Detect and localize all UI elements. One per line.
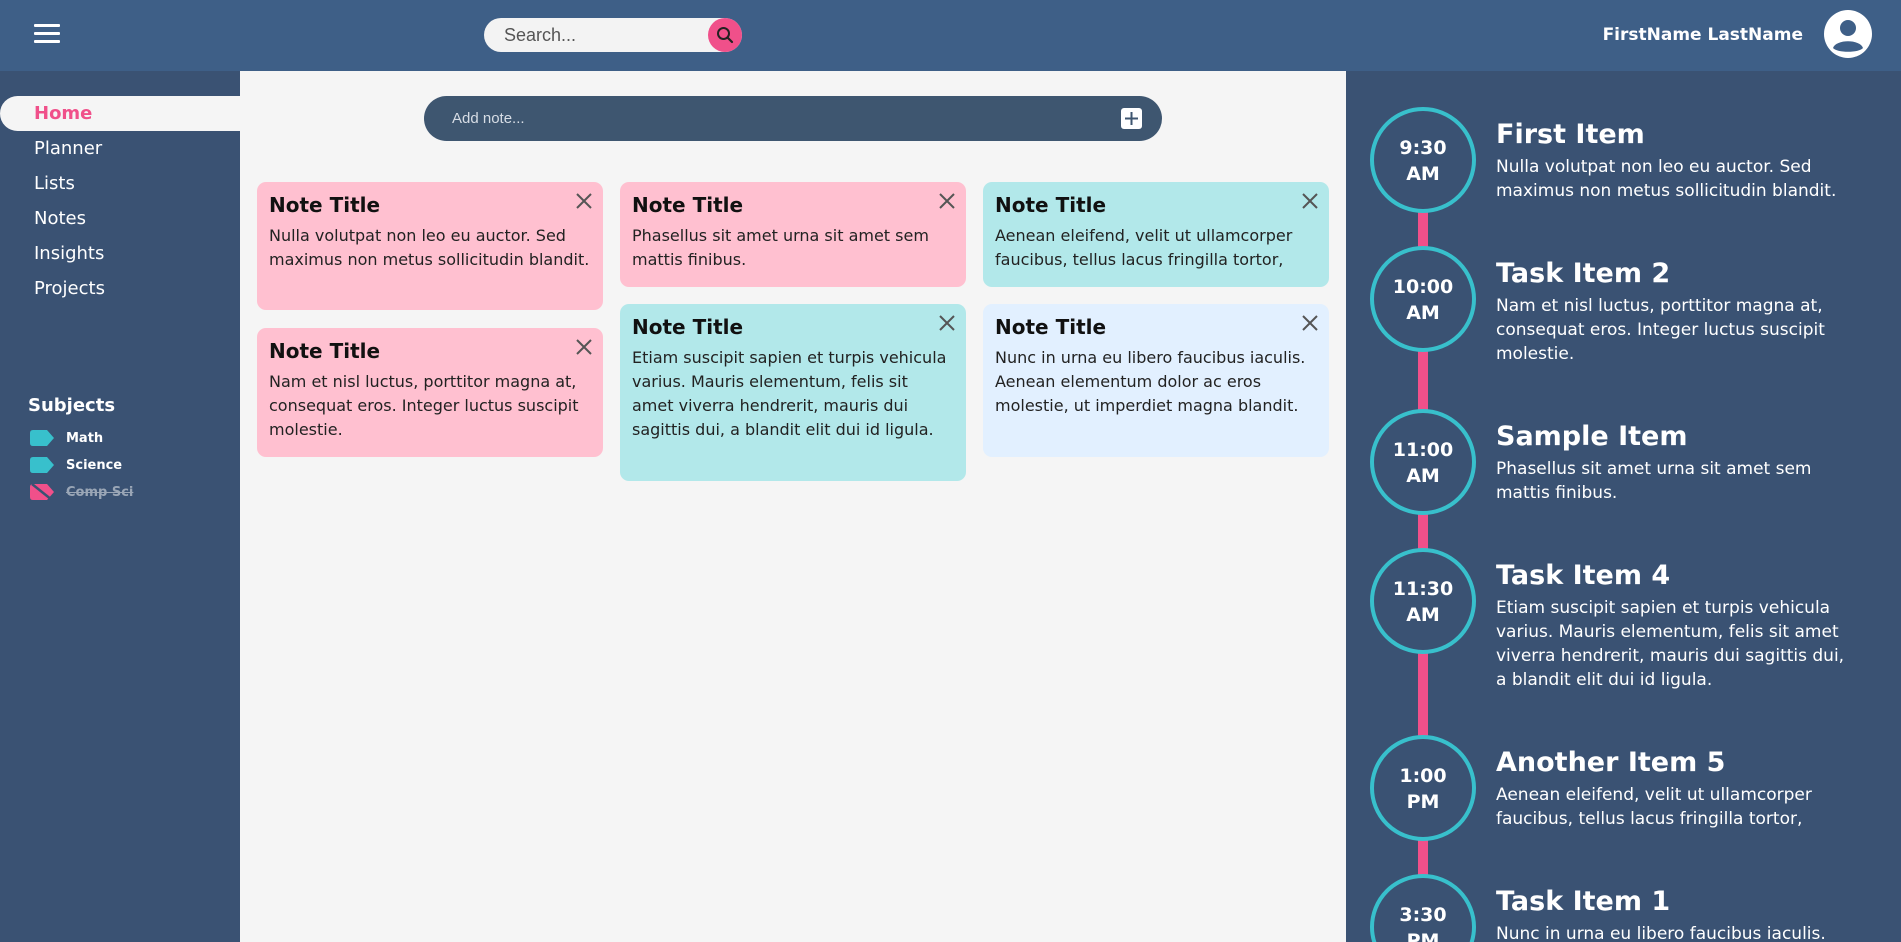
time-circle: 3:30 PM bbox=[1370, 874, 1476, 942]
close-icon[interactable] bbox=[938, 314, 956, 332]
sidebar-item-planner[interactable]: Planner bbox=[0, 131, 240, 166]
close-icon[interactable] bbox=[1301, 192, 1319, 210]
timeline-item-desc: Phasellus sit amet urna sit amet sem mat… bbox=[1496, 459, 1812, 503]
timeline-item-title: Sample Item bbox=[1496, 421, 1688, 452]
sidebar-item-insights[interactable]: Insights bbox=[0, 236, 240, 271]
timeline-item-desc: Nam et nisl luctus, porttitor magna at, … bbox=[1496, 296, 1825, 364]
note-card[interactable]: Note Title Nam et nisl luctus, porttitor… bbox=[257, 328, 603, 457]
hamburger-menu-icon[interactable] bbox=[34, 24, 60, 46]
sidebar: Home Planner Lists Notes Insights Projec… bbox=[0, 71, 240, 942]
close-icon[interactable] bbox=[1301, 314, 1319, 332]
sidebar-nav: Home Planner Lists Notes Insights Projec… bbox=[0, 96, 240, 306]
subject-label: Comp Sci bbox=[66, 484, 134, 500]
period: PM bbox=[1406, 930, 1440, 942]
time-circle: 1:00 PM bbox=[1370, 735, 1476, 841]
time-circle: 11:30 AM bbox=[1370, 548, 1476, 654]
time-circle: 9:30 AM bbox=[1370, 107, 1476, 213]
note-title: Note Title bbox=[632, 315, 744, 339]
timeline-item-title: Task Item 4 bbox=[1496, 560, 1671, 591]
subject-comp-sci[interactable]: Comp Sci bbox=[30, 481, 133, 503]
time: 1:00 bbox=[1399, 765, 1447, 787]
timeline-item-title: Task Item 2 bbox=[1496, 258, 1671, 289]
note-title: Note Title bbox=[269, 339, 381, 363]
sidebar-item-notes[interactable]: Notes bbox=[0, 201, 240, 236]
plus-icon bbox=[1125, 112, 1138, 125]
timeline-item-desc: Etiam suscipit sapien et turpis vehicula… bbox=[1496, 598, 1845, 690]
tag-off-icon bbox=[30, 484, 54, 500]
time-circle: 10:00 AM bbox=[1370, 246, 1476, 352]
add-note-input[interactable] bbox=[452, 96, 1092, 141]
close-icon[interactable] bbox=[575, 192, 593, 210]
search-bar bbox=[484, 18, 742, 52]
note-body: Aenean eleifend, velit ut ullamcorper fa… bbox=[995, 226, 1293, 269]
sidebar-item-projects[interactable]: Projects bbox=[0, 271, 240, 306]
add-note-bar bbox=[424, 96, 1162, 141]
note-card[interactable]: Note Title Nulla volutpat non leo eu auc… bbox=[257, 182, 603, 310]
subject-science[interactable]: Science bbox=[30, 454, 122, 476]
note-card[interactable]: Note Title Etiam suscipit sapien et turp… bbox=[620, 304, 966, 481]
search-input[interactable] bbox=[504, 18, 694, 52]
note-body: Nunc in urna eu libero faucibus iaculis.… bbox=[995, 348, 1306, 415]
note-title: Note Title bbox=[995, 193, 1107, 217]
tag-icon bbox=[30, 430, 54, 446]
timeline-item-title: Another Item 5 bbox=[1496, 747, 1726, 778]
note-title: Note Title bbox=[269, 193, 381, 217]
time: 10:00 bbox=[1392, 276, 1454, 298]
search-icon bbox=[717, 27, 734, 44]
note-body: Nam et nisl luctus, porttitor magna at, … bbox=[269, 372, 579, 439]
note-title: Note Title bbox=[632, 193, 744, 217]
note-card[interactable]: Note Title Nunc in urna eu libero faucib… bbox=[983, 304, 1329, 457]
note-title: Note Title bbox=[995, 315, 1107, 339]
note-body: Etiam suscipit sapien et turpis vehicula… bbox=[632, 348, 947, 439]
period: AM bbox=[1406, 163, 1440, 185]
timeline-item-title: Task Item 1 bbox=[1496, 886, 1671, 917]
close-icon[interactable] bbox=[938, 192, 956, 210]
note-body: Phasellus sit amet urna sit amet sem mat… bbox=[632, 226, 929, 269]
subjects-heading: Subjects bbox=[28, 395, 116, 416]
timeline-item-desc: Nunc in urna eu libero faucibus iaculis. bbox=[1496, 924, 1826, 942]
time: 9:30 bbox=[1399, 137, 1447, 159]
time-circle: 11:00 AM bbox=[1370, 409, 1476, 515]
period: AM bbox=[1406, 302, 1440, 324]
note-card[interactable]: Note Title Aenean eleifend, velit ut ull… bbox=[983, 182, 1329, 287]
sidebar-item-lists[interactable]: Lists bbox=[0, 166, 240, 201]
main-content: Note Title Nulla volutpat non leo eu auc… bbox=[240, 71, 1346, 942]
timeline-item-desc: Aenean eleifend, velit ut ullamcorper fa… bbox=[1496, 785, 1812, 829]
note-body: Nulla volutpat non leo eu auctor. Sed ma… bbox=[269, 226, 590, 269]
time: 11:30 bbox=[1392, 578, 1454, 600]
time: 11:00 bbox=[1392, 439, 1454, 461]
user-name[interactable]: FirstName LastName bbox=[1603, 25, 1803, 45]
timeline-item-desc: Nulla volutpat non leo eu auctor. Sed ma… bbox=[1496, 157, 1837, 201]
add-note-button[interactable] bbox=[1121, 108, 1142, 129]
close-icon[interactable] bbox=[575, 338, 593, 356]
subject-label: Math bbox=[66, 430, 104, 446]
period: AM bbox=[1406, 604, 1440, 626]
subject-label: Science bbox=[66, 457, 123, 473]
period: PM bbox=[1406, 791, 1440, 813]
top-header: FirstName LastName bbox=[0, 0, 1901, 71]
note-card[interactable]: Note Title Phasellus sit amet urna sit a… bbox=[620, 182, 966, 287]
subject-math[interactable]: Math bbox=[30, 427, 103, 449]
timeline-item-title: First Item bbox=[1496, 119, 1645, 150]
period: AM bbox=[1406, 465, 1440, 487]
avatar-icon[interactable] bbox=[1824, 10, 1872, 58]
tag-icon bbox=[30, 457, 54, 473]
schedule-panel: 9:30 AM First Item Nulla volutpat non leo… bbox=[1346, 71, 1901, 942]
time: 3:30 bbox=[1399, 904, 1447, 926]
search-button[interactable] bbox=[708, 18, 742, 52]
sidebar-item-home[interactable]: Home bbox=[0, 96, 240, 131]
